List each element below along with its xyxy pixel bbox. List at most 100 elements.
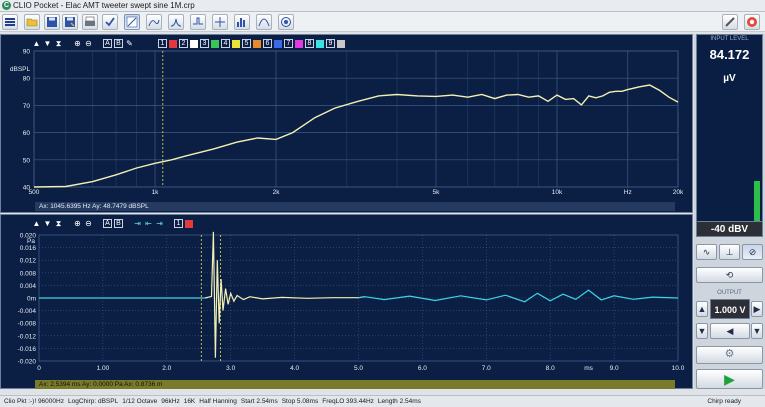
autoscale-button[interactable]: ⧗ [53,38,64,49]
overlay-5-button[interactable]: 5 [242,39,251,48]
x-tick-label: 1k [152,189,160,196]
x-tick-label: 5k [433,189,441,196]
bottom-cursor-readout: Ax: 2.5394 ms Ay: 0.0000 Pa Ax: 0.8736 m [35,380,675,389]
ruler-icon[interactable] [722,14,738,30]
overlay-2-button[interactable]: 2 [179,39,188,48]
y-tick-label: 0.008 [20,270,37,277]
spectrum-icon[interactable] [212,14,228,30]
open-icon[interactable] [24,14,40,30]
impulse-response-chart[interactable]: 0 1.00 2.0 3.0 4.0 5.0 6.0 7.0 8.0 9.0 10.0ms0.020… [1,215,692,388]
clio-window: C CLIO Pocket - Elac AMT tweeter swept s… [0,0,765,407]
input-dbv-readout[interactable]: -40 dBV [696,221,763,237]
cursor-a-button[interactable]: A [103,39,112,48]
loop-button[interactable]: ⟲ [696,267,763,283]
status-window: Half Hanning [199,398,237,405]
scale-down-button[interactable]: ▼ [42,38,53,49]
plot-area [33,50,679,188]
autoscale-button[interactable]: ⧗ [53,218,64,229]
cursor-b-button[interactable]: B [114,219,123,228]
input-level-value: 84.172 [709,47,750,62]
output-level-value[interactable]: 1.000 V [710,299,750,319]
overlay-8-button[interactable]: 8 [305,39,314,48]
x-tick-label: 10.0 [672,365,685,372]
pencil-icon[interactable]: ✎ [124,38,135,49]
meter-icon[interactable] [278,14,294,30]
impulse-response-panel: 0 1.00 2.0 3.0 4.0 5.0 6.0 7.0 8.0 9.0 10.0 ms 0.020… [0,214,693,389]
zoom-in-button[interactable]: ⊕ [72,218,83,229]
overlay-9-button[interactable]: 9 [326,39,335,48]
scale-up-button[interactable]: ▲ [31,218,42,229]
x-tick-label: 0 [37,365,41,372]
window-start-marker-button[interactable]: ⇥ [132,218,143,229]
x-tick-label: 7.0 [482,365,491,372]
checkmark-icon[interactable] [102,14,118,30]
overlay-2-color[interactable] [190,39,198,48]
status-freqlo: FreqLO 393.44Hz [322,398,374,405]
mode-impulse-button[interactable]: ⊥ [719,244,740,260]
x-tick-label: 9.0 [610,365,619,372]
bottom-panel-toolbar: ▲ ▼ ⧗ ⊕ ⊖ A B ⇥ ⇤ ⇥ 1 [31,218,194,229]
status-length: Length 2.54ms [377,398,421,405]
y-tick-label: -0.016 [18,346,37,353]
overlay-3-color[interactable] [211,39,219,48]
play-button[interactable]: ▶ [696,369,763,389]
status-samplerate: 96kHz [161,398,180,405]
output-left-button[interactable]: ▼ [751,323,763,339]
y-tick-label: 0.016 [20,245,37,252]
speaker-mute-button[interactable]: ◀ [710,323,750,339]
waterfall-icon[interactable] [146,14,162,30]
frequency-response-chart[interactable]: 500 1k 2k 5k 10k Hz 20k 40 50 60 70 80 90 dBSPL [1,35,692,212]
mode-sine-button[interactable]: ∿ [696,244,717,260]
x-tick-label: 2k [273,189,281,196]
output-up-button[interactable]: ▲ [696,301,708,317]
overlay-3-button[interactable]: 3 [200,39,209,48]
overlay-4-button[interactable]: 4 [221,39,230,48]
save-as-icon[interactable] [62,14,78,30]
y-tick-label: 0.012 [20,258,37,265]
input-level-title: INPUT LEVEL [710,36,749,42]
window-stop-marker-button[interactable]: ⇤ [143,218,154,229]
output-right-button[interactable]: ▶ [751,301,763,317]
overlay-6-button[interactable]: 6 [263,39,272,48]
x-tick-label: 20k [673,189,684,196]
status-size: 16K [183,398,196,405]
overlay-7-button[interactable]: 7 [284,39,293,48]
menu-icon[interactable] [2,14,18,30]
overlay-1-button[interactable]: 1 [158,39,167,48]
overlay-1-color[interactable] [185,219,193,228]
settings-gear-icon[interactable]: ⚙ [696,346,763,364]
y-tick-label: 40 [23,185,31,192]
mode-chirp-button[interactable]: ⊘ [742,244,763,260]
thd-icon[interactable] [234,14,250,30]
y-tick-label: 50 [23,157,31,164]
polar-icon[interactable] [256,14,272,30]
print-icon[interactable] [82,14,98,30]
overlay-1-button[interactable]: 1 [174,219,183,228]
x-tick-label: 500 [29,189,40,196]
impedance-icon[interactable] [168,14,184,30]
zoom-out-button[interactable]: ⊖ [83,38,94,49]
zoom-out-button[interactable]: ⊖ [83,218,94,229]
zoom-in-button[interactable]: ⊕ [72,38,83,49]
scale-up-button[interactable]: ▲ [31,38,42,49]
y-tick-label: -0.012 [18,333,37,340]
window-marker-button[interactable]: ⇥ [154,218,165,229]
frequency-response-icon[interactable] [124,14,140,30]
scale-down-button[interactable]: ▼ [42,218,53,229]
status-bar: Clio Pkt :-)! 96000Hz LogChirp: dBSPL 1/… [0,395,765,407]
overlay-5-color[interactable] [253,39,261,48]
cursor-a-button[interactable]: A [103,219,112,228]
save-icon[interactable] [44,14,60,30]
x-tick-label: 8.0 [546,365,555,372]
cursor-b-button[interactable]: B [114,39,123,48]
help-lifebuoy-icon[interactable] [744,14,760,30]
impulse-icon[interactable] [190,14,206,30]
overlay-4-color[interactable] [232,39,240,48]
overlay-7-color[interactable] [295,39,303,48]
overlay-9-color[interactable] [337,39,345,48]
output-down-button[interactable]: ▼ [696,323,708,339]
overlay-1-color[interactable] [169,39,177,48]
overlay-6-color[interactable] [274,39,282,48]
overlay-8-color[interactable] [316,39,324,48]
frequency-response-panel: 500 1k 2k 5k 10k Hz 20k 40 50 60 70 80 90 dBSPL ▲ ▼ ⧗… [0,34,693,213]
